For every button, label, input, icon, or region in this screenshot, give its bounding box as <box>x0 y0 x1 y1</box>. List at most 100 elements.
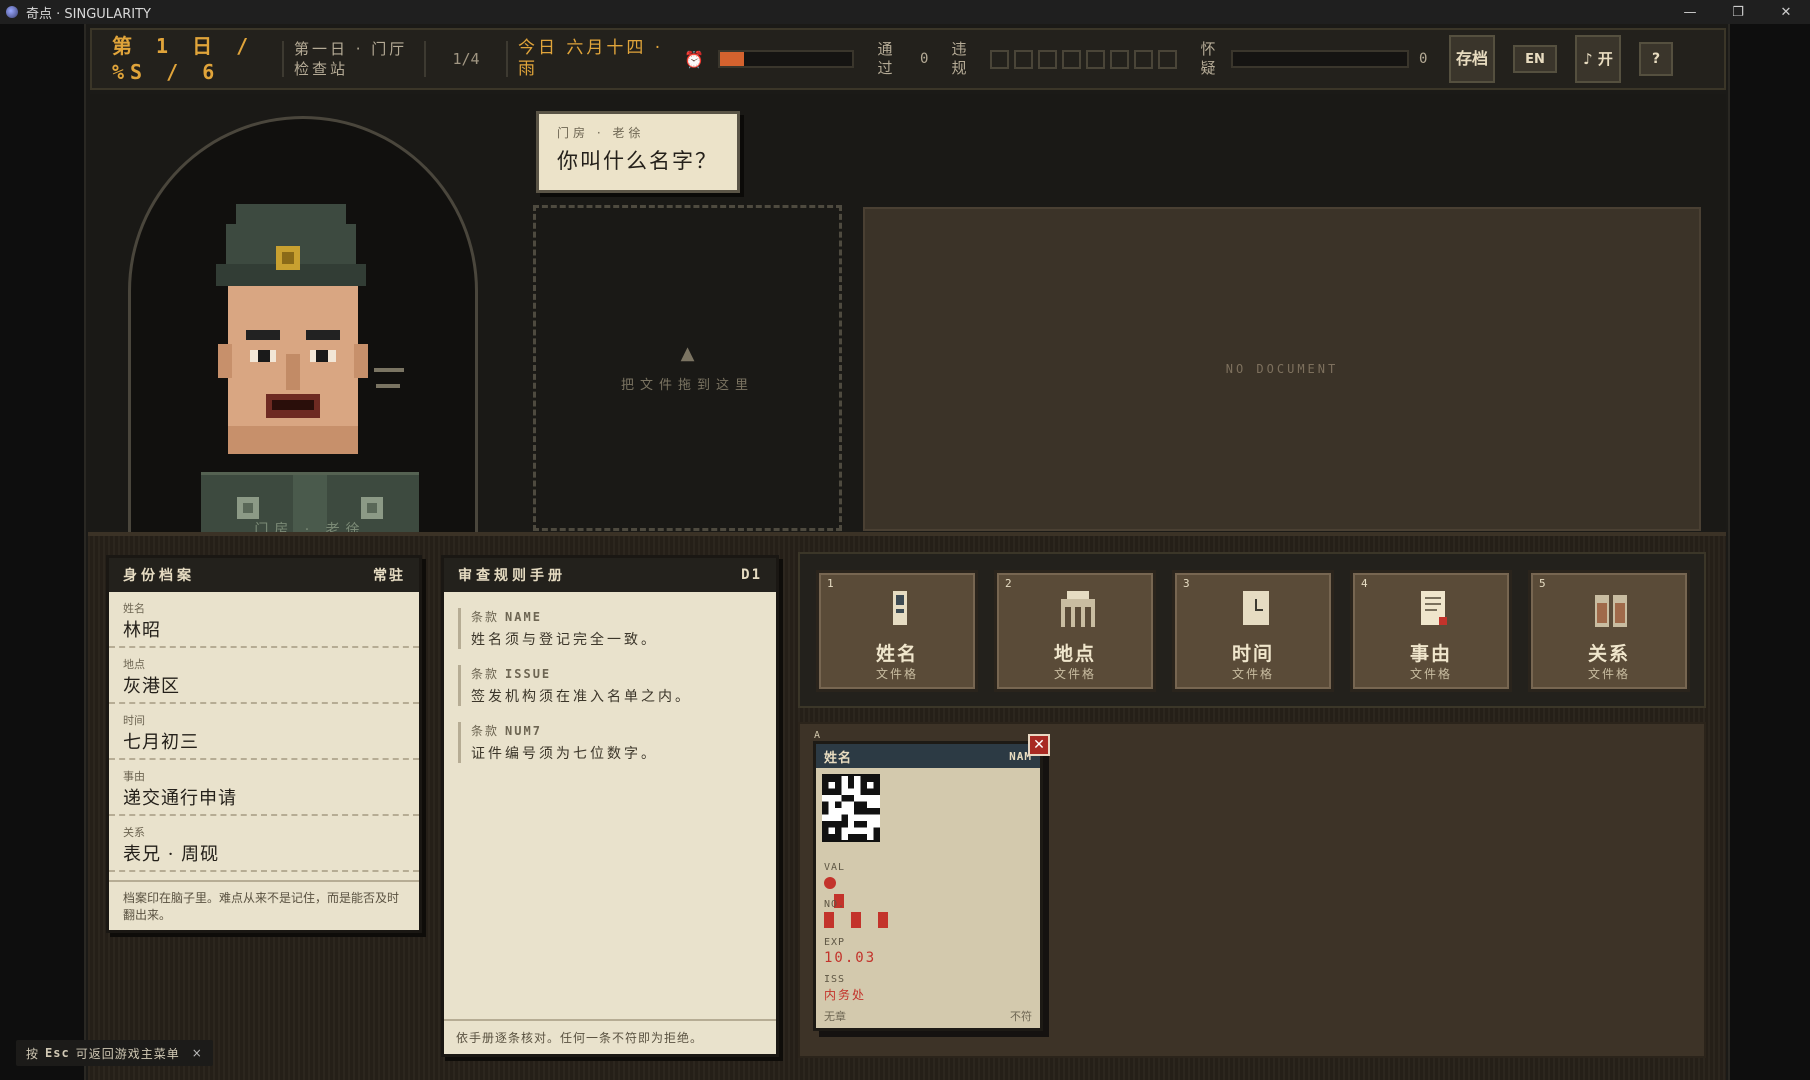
time-progress-fill <box>720 52 744 66</box>
name-document-card[interactable]: A 姓名 NAM VAL NO. EXP 10.03 ISS 内务处 无章 不符… <box>813 730 1050 1031</box>
violation-slots <box>990 49 1177 69</box>
profile-field-value: 七月初三 <box>123 732 199 753</box>
suspicion-bar <box>1231 50 1409 68</box>
profile-field-value: 递交通行申请 <box>123 788 237 809</box>
profile-field: 地点 灰港区 <box>109 648 419 704</box>
calendar-clock-icon <box>1243 591 1269 625</box>
speech-bubble: 门房 · 老徐 你叫什么名字？ <box>536 111 740 193</box>
rule-code: NAME <box>505 610 542 624</box>
slot-subtitle: 文件格 <box>1587 667 1630 681</box>
rulebook-badge: D1 <box>741 567 762 583</box>
people-pair-icon <box>1595 591 1627 627</box>
building-icon <box>1061 591 1095 627</box>
profile-field: 时间 七月初三 <box>109 704 419 760</box>
tray-slot-2[interactable]: 2 地点 文件格 <box>994 570 1156 692</box>
time-progress-bar <box>718 50 854 68</box>
right-letterbox <box>1730 24 1810 1080</box>
rule-item: 条款 NUM7 证件编号须为七位数字。 <box>458 722 762 763</box>
slot-number: 4 <box>1361 577 1368 590</box>
violation-slot <box>1158 49 1177 69</box>
window-title: 奇点 · SINGULARITY <box>26 6 151 22</box>
rulebook-header: 审查规则手册 D1 <box>444 558 776 592</box>
day-counter: 第 1 日 / %S / 6 <box>92 33 272 85</box>
document-stamp-icon <box>1421 591 1447 625</box>
profile-fields: 姓名 林昭 地点 灰港区 时间 七月初三 事由 递交通行申请 关系 表兄 · 周砚 <box>109 592 419 872</box>
drop-hint: 把文件拖到这里 <box>620 378 754 393</box>
slot-number: 2 <box>1005 577 1012 590</box>
card-header: 姓名 NAM <box>816 744 1040 768</box>
window-titlebar: 奇点 · SINGULARITY — ❐ ✕ <box>0 0 1810 24</box>
help-button[interactable]: ? <box>1639 42 1673 76</box>
save-button[interactable]: 存档 <box>1449 35 1495 83</box>
exp-value: 10.03 <box>824 950 877 966</box>
rule-key-label: 条款 <box>471 610 500 624</box>
dismiss-hint-button[interactable]: × <box>192 1046 203 1060</box>
profile-field: 事由 递交通行申请 <box>109 760 419 816</box>
rule-key: 条款 NAME <box>471 608 762 625</box>
station-label: 第一日 · 门厅检查站 <box>294 40 408 78</box>
rule-text: 证件编号须为七位数字。 <box>471 746 658 762</box>
violation-slot <box>1038 49 1057 69</box>
violation-slot <box>1062 49 1081 69</box>
val-stamp <box>824 874 858 908</box>
val-label: VAL <box>824 862 846 873</box>
rulebook-title: 审查规则手册 <box>458 568 566 584</box>
slot-subtitle: 文件格 <box>1231 667 1274 681</box>
up-arrow-icon: ▲ <box>680 343 695 364</box>
violation-slot <box>1110 49 1129 69</box>
rule-text: 签发机构须在准入名单之内。 <box>471 689 692 705</box>
rulebook-panel[interactable]: 审查规则手册 D1 条款 NAME 姓名须与登记完全一致。条款 ISSUE 签发机构须在… <box>441 555 779 1057</box>
close-window-button[interactable]: ✕ <box>1762 0 1810 24</box>
tray-slot-4[interactable]: 4 事由 文件格 <box>1350 570 1512 692</box>
slot-title: 时间 <box>1231 643 1274 665</box>
esc-hint-pre: 按 <box>26 1046 40 1061</box>
card-foot-right: 不符 <box>1010 1010 1032 1023</box>
rule-item: 条款 NAME 姓名须与登记完全一致。 <box>458 608 762 649</box>
iss-label: ISS <box>824 974 846 985</box>
slot-subtitle: 文件格 <box>1409 667 1452 681</box>
speaker-name: 门房 · 老徐 <box>557 126 645 140</box>
tray-slot-1[interactable]: 1 姓名文件格 <box>816 570 978 692</box>
no-label: NO. <box>824 899 846 910</box>
rule-key: 条款 ISSUE <box>471 665 762 682</box>
day-line-2: %S / 6 <box>112 60 221 84</box>
window-controls: — ❐ ✕ <box>1666 0 1810 24</box>
slot-title: 关系 <box>1587 643 1630 665</box>
document-viewer: NO DOCUMENT <box>863 207 1701 531</box>
violation-slot <box>990 49 1009 69</box>
card-footer: 无章 不符 <box>824 1008 1032 1024</box>
slot-subtitle: 文件格 <box>875 667 918 681</box>
language-button[interactable]: EN <box>1513 45 1557 73</box>
document-drop-zone[interactable]: ▲ 把文件拖到这里 <box>533 205 842 531</box>
day-line-1: 第 1 日 / <box>112 34 255 58</box>
no-document-label: NO DOCUMENT <box>1225 362 1339 376</box>
minimize-button[interactable]: — <box>1666 0 1714 24</box>
close-card-button[interactable]: ✕ <box>1028 734 1050 756</box>
slot-number: 1 <box>827 577 834 590</box>
profile-field-key: 关系 <box>123 826 145 839</box>
hud-bar: 第 1 日 / %S / 6 第一日 · 门厅检查站 1/4 今日 六月十四 ·… <box>90 28 1726 90</box>
maximize-button[interactable]: ❐ <box>1714 0 1762 24</box>
slot-title: 地点 <box>1053 643 1096 665</box>
visitor-count: 1/4 <box>452 50 480 68</box>
date-weather: 今日 六月十四 · 雨 <box>518 38 664 79</box>
redacted-number <box>824 912 889 932</box>
violation-slot <box>1134 49 1153 69</box>
card-title: 姓名 <box>824 750 853 766</box>
music-toggle-button[interactable]: ♪ 开 <box>1575 35 1621 83</box>
rule-list: 条款 NAME 姓名须与登记完全一致。 条款 ISSUE 签发机构须在准入名单之内。 条款 N… <box>444 608 776 763</box>
profile-badge: 常驻 <box>373 568 405 584</box>
app-icon <box>6 6 18 18</box>
esc-hint-post: 可返回游戏主菜单 <box>75 1046 180 1061</box>
tray-slot-3[interactable]: 3 时间 文件格 <box>1172 570 1334 692</box>
esc-hint-toast: 按 Esc 可返回游戏主菜单 × <box>16 1040 213 1066</box>
slot-title: 姓名 <box>875 643 918 665</box>
rule-code: NUM7 <box>505 724 542 738</box>
tray-slot-5[interactable]: 5 关系 文件格 <box>1528 570 1690 692</box>
rule-key: 条款 NUM7 <box>471 722 762 739</box>
rule-text: 姓名须与登记完全一致。 <box>471 632 658 648</box>
left-letterbox <box>0 24 84 1080</box>
alarm-clock-icon: ⏰ <box>684 49 704 69</box>
id-badge-icon <box>893 591 907 625</box>
pass-count: 0 <box>920 51 929 67</box>
